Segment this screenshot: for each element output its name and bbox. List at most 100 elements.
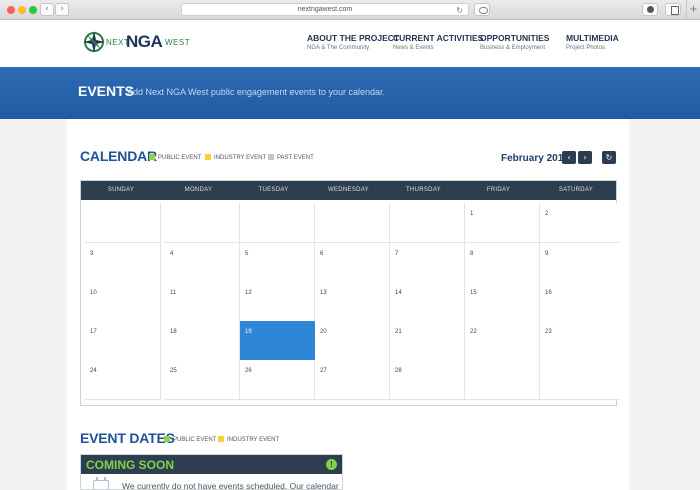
weekday-label: MONDAY [184, 187, 213, 193]
calendar-day-number: 3 [90, 251, 94, 257]
nav-current-activities[interactable]: CURRENT ACTIVITIES News & Events [393, 33, 483, 51]
coming-soon-card: COMING SOON ! We currently do not have e… [80, 454, 343, 490]
calendar-day-number: 13 [320, 290, 327, 296]
zoom-window-button[interactable] [29, 6, 37, 14]
calendar-day-number: 11 [170, 290, 177, 296]
coming-soon-title: COMING SOON [86, 458, 175, 472]
refresh-calendar-button[interactable]: ↻ [602, 151, 616, 164]
legend-industry-event: INDUSTRY EVENT [218, 436, 279, 443]
legend-label: INDUSTRY EVENT [214, 155, 267, 161]
calendar-day-1[interactable]: 1 [465, 203, 540, 243]
calendar-empty-cell [85, 203, 161, 243]
calendar-day-number: 19 [245, 329, 252, 335]
logo-text-nga: NGA [126, 32, 163, 51]
event-dates-heading: EVENT DATES [80, 430, 175, 446]
reload-icon[interactable]: ↻ [456, 5, 463, 16]
calendar-day-18[interactable]: 18 [165, 321, 240, 361]
tabs-overview-icon[interactable] [665, 3, 681, 16]
calendar-day-number: 1 [470, 211, 474, 217]
legend-label: PUBLIC EVENT [158, 155, 202, 161]
browser-toolbar: ‹ › nextngawest.com ↻ + [0, 0, 700, 20]
back-button[interactable]: ‹ [40, 3, 54, 16]
calendar-empty-cell [315, 203, 390, 243]
calendar-day-number: 28 [395, 368, 402, 374]
calendar-day-21[interactable]: 21 [390, 321, 465, 361]
calendar-day-16[interactable]: 16 [540, 282, 620, 322]
calendar-day-number: 6 [320, 251, 324, 257]
calendar-day-2[interactable]: 2 [540, 203, 620, 243]
calendar-day-3[interactable]: 3 [85, 243, 161, 283]
forward-button[interactable]: › [55, 3, 69, 16]
current-month-label: February 2019 [501, 153, 569, 164]
address-bar[interactable]: nextngawest.com ↻ [181, 3, 469, 16]
close-window-button[interactable] [7, 6, 15, 14]
new-tab-button[interactable]: + [686, 0, 700, 20]
minimize-window-button[interactable] [18, 6, 26, 14]
downloads-icon[interactable] [642, 3, 658, 16]
next-month-button[interactable]: › [578, 151, 592, 164]
site-logo[interactable]: NEXT NGA WEST [82, 30, 190, 56]
calendar-day-number: 18 [170, 329, 177, 335]
calendar-day-27[interactable]: 27 [315, 360, 390, 400]
calendar-day-10[interactable]: 10 [85, 282, 161, 322]
weekday-label: THURSDAY [406, 187, 441, 193]
calendar-day-5[interactable]: 5 [240, 243, 315, 283]
nav-title: OPPORTUNITIES [480, 33, 550, 43]
site-header: NEXT NGA WEST ABOUT THE PROJECT NGA & Th… [0, 20, 700, 67]
calendar-day-6[interactable]: 6 [315, 243, 390, 283]
weekday-label: TUESDAY [258, 187, 289, 193]
calendar-day-22[interactable]: 22 [465, 321, 540, 361]
nav-title: MULTIMEDIA [566, 33, 619, 43]
nav-subtitle: NGA & The Community [307, 45, 370, 51]
calendar-day-26[interactable]: 26 [240, 360, 315, 400]
nav-subtitle: Business & Employment [480, 45, 546, 51]
chevron-left-icon: ‹ [567, 153, 571, 162]
calendar-day-20[interactable]: 20 [315, 321, 390, 361]
calendar-empty-cell [465, 360, 540, 400]
calendar-empty-cell [165, 203, 240, 243]
weekday-label: WEDNESDAY [328, 187, 369, 193]
legend-swatch [218, 436, 224, 442]
calendar-day-7[interactable]: 7 [390, 243, 465, 283]
calendar-day-number: 23 [545, 329, 552, 335]
calendar-day-24[interactable]: 24 [85, 360, 161, 400]
compass-logo-icon [83, 31, 105, 53]
prev-month-button[interactable]: ‹ [562, 151, 576, 164]
calendar-day-23[interactable]: 23 [540, 321, 620, 361]
calendar-day-number: 12 [245, 290, 252, 296]
calendar-day-13[interactable]: 13 [315, 282, 390, 322]
legend-swatch [205, 154, 211, 160]
chevron-right-icon: › [583, 153, 587, 162]
calendar-day-19[interactable]: 19 [240, 321, 315, 361]
nav-multimedia[interactable]: MULTIMEDIA Project Photos [566, 33, 619, 51]
calendar-weekday-header: SUNDAY MONDAY TUESDAY WEDNESDAY THURSDAY FRID… [81, 181, 616, 200]
calendar-day-25[interactable]: 25 [165, 360, 240, 400]
legend-label: PUBLIC EVENT [173, 437, 217, 443]
legend-industry-event: INDUSTRY EVENT [205, 154, 266, 161]
nav-about[interactable]: ABOUT THE PROJECT NGA & The Community [307, 33, 399, 51]
calendar-day-8[interactable]: 8 [465, 243, 540, 283]
calendar-day-17[interactable]: 17 [85, 321, 161, 361]
calendar-day-14[interactable]: 14 [390, 282, 465, 322]
calendar-day-number: 7 [395, 251, 399, 257]
calendar-day-12[interactable]: 12 [240, 282, 315, 322]
icloud-tabs-icon[interactable] [474, 3, 490, 16]
calendar-grid: SUNDAY MONDAY TUESDAY WEDNESDAY THURSDAY FRID… [80, 180, 620, 406]
calendar-day-number: 24 [90, 368, 97, 374]
legend-public-event: PUBLIC EVENT [164, 436, 216, 443]
calendar-day-4[interactable]: 4 [165, 243, 240, 283]
page-subtitle: Add Next NGA West public engagement even… [127, 87, 385, 97]
calendar-day-28[interactable]: 28 [390, 360, 465, 400]
nav-opportunities[interactable]: OPPORTUNITIES Business & Employment [480, 33, 549, 51]
calendar-day-15[interactable]: 15 [465, 282, 540, 322]
legend-label: INDUSTRY EVENT [227, 437, 280, 443]
calendar-day-number: 15 [470, 290, 477, 296]
calendar-empty-cell [240, 203, 315, 243]
calendar-day-number: 4 [170, 251, 174, 257]
calendar-day-11[interactable]: 11 [165, 282, 240, 322]
calendar-day-9[interactable]: 9 [540, 243, 620, 283]
calendar-day-number: 27 [320, 368, 327, 374]
legend-past-event: PAST EVENT [268, 154, 314, 161]
calendar-day-number: 8 [470, 251, 474, 257]
logo-text-west: WEST [165, 38, 191, 47]
